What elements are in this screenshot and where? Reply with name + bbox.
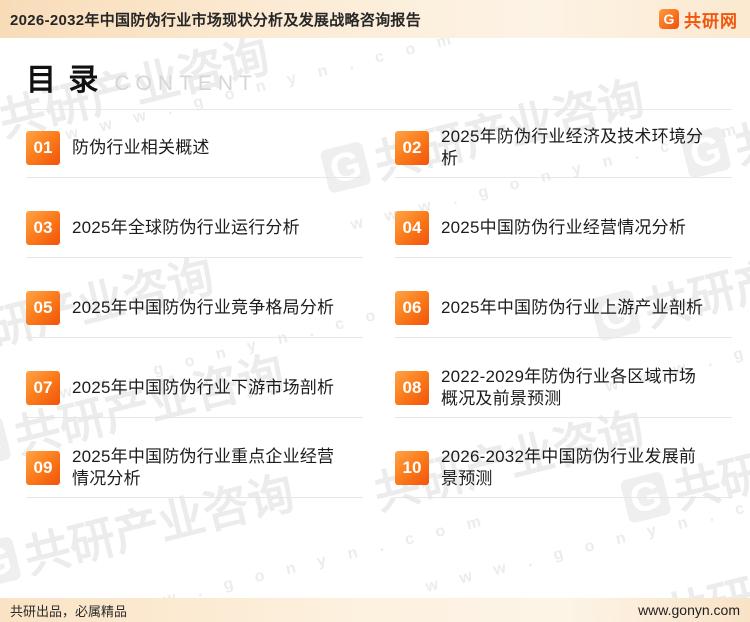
toc-item-title: 2025年全球防伪行业运行分析: [72, 217, 300, 237]
toc-item-02: 02 2025年防伪行业经济及技术环境分析: [395, 119, 732, 199]
toc-item-title: 2025年中国防伪行业上游产业剖析: [441, 297, 704, 317]
toc-item-number-badge: 05: [26, 291, 60, 325]
toc-item-01: 01 防伪行业相关概述: [26, 119, 363, 199]
toc-item-title: 2026-2032年中国防伪行业发展前景预测: [441, 446, 697, 488]
toc-item-number-badge: 06: [395, 291, 429, 325]
logo-text: 共研网: [684, 11, 738, 31]
toc-item-05: 05 2025年中国防伪行业竞争格局分析: [26, 279, 363, 359]
toc-item-06: 06 2025年中国防伪行业上游产业剖析: [395, 279, 732, 359]
watermark-g-icon: G: [0, 535, 23, 589]
toc-heading: 目 录: [26, 64, 101, 97]
toc-item-number-badge: 09: [26, 451, 60, 485]
toc-item-number-badge: 03: [26, 211, 60, 245]
report-title: 2026-2032年中国防伪行业市场现状分析及发展战略咨询报告: [10, 11, 422, 29]
toc-item-title: 2025年中国防伪行业下游市场剖析: [72, 377, 335, 397]
toc-grid: 01 防伪行业相关概述 02 2025年防伪行业经济及技术环境分析 03 202…: [26, 119, 732, 519]
toc-item-title: 2022-2029年防伪行业各区域市场概况及前景预测: [441, 366, 697, 408]
toc-item-07: 07 2025年中国防伪行业下游市场剖析: [26, 359, 363, 439]
header-bar: 2026-2032年中国防伪行业市场现状分析及发展战略咨询报告 G 共研网: [0, 0, 750, 38]
toc-item-number-badge: 07: [26, 371, 60, 405]
toc-item-title: 防伪行业相关概述: [72, 137, 210, 157]
toc-item-04: 04 2025中国防伪行业经营情况分析: [395, 199, 732, 279]
toc-heading-en: CONTENT: [114, 72, 258, 95]
toc-item-10: 10 2026-2032年中国防伪行业发展前景预测: [395, 439, 732, 519]
toc-item-title: 2025年中国防伪行业竞争格局分析: [72, 297, 335, 317]
footer-bar: 共研出品，必属精品 www.gonyn.com: [0, 598, 750, 622]
toc-item-number-badge: 02: [395, 131, 429, 165]
toc-item-number-badge: 08: [395, 371, 429, 405]
toc-item-08: 08 2022-2029年防伪行业各区域市场概况及前景预测: [395, 359, 732, 439]
footer-url: www.gonyn.com: [638, 602, 740, 618]
toc-page: 目 录 CONTENT 01 防伪行业相关概述 02 2025年防伪行业经济及技…: [0, 38, 750, 519]
logo-g-icon: G: [659, 9, 679, 29]
toc-item-title: 2025年中国防伪行业重点企业经营情况分析: [72, 446, 335, 488]
toc-item-03: 03 2025年全球防伪行业运行分析: [26, 199, 363, 279]
toc-item-title: 2025中国防伪行业经营情况分析: [441, 217, 687, 237]
toc-item-09: 09 2025年中国防伪行业重点企业经营情况分析: [26, 439, 363, 519]
brand-logo: G 共研网: [659, 7, 738, 32]
footer-slogan: 共研出品，必属精品: [10, 603, 128, 619]
toc-item-number-badge: 04: [395, 211, 429, 245]
toc-heading-row: 目 录 CONTENT: [26, 64, 732, 110]
toc-item-title: 2025年防伪行业经济及技术环境分析: [441, 126, 704, 168]
toc-item-number-badge: 10: [395, 451, 429, 485]
toc-item-number-badge: 01: [26, 131, 60, 165]
